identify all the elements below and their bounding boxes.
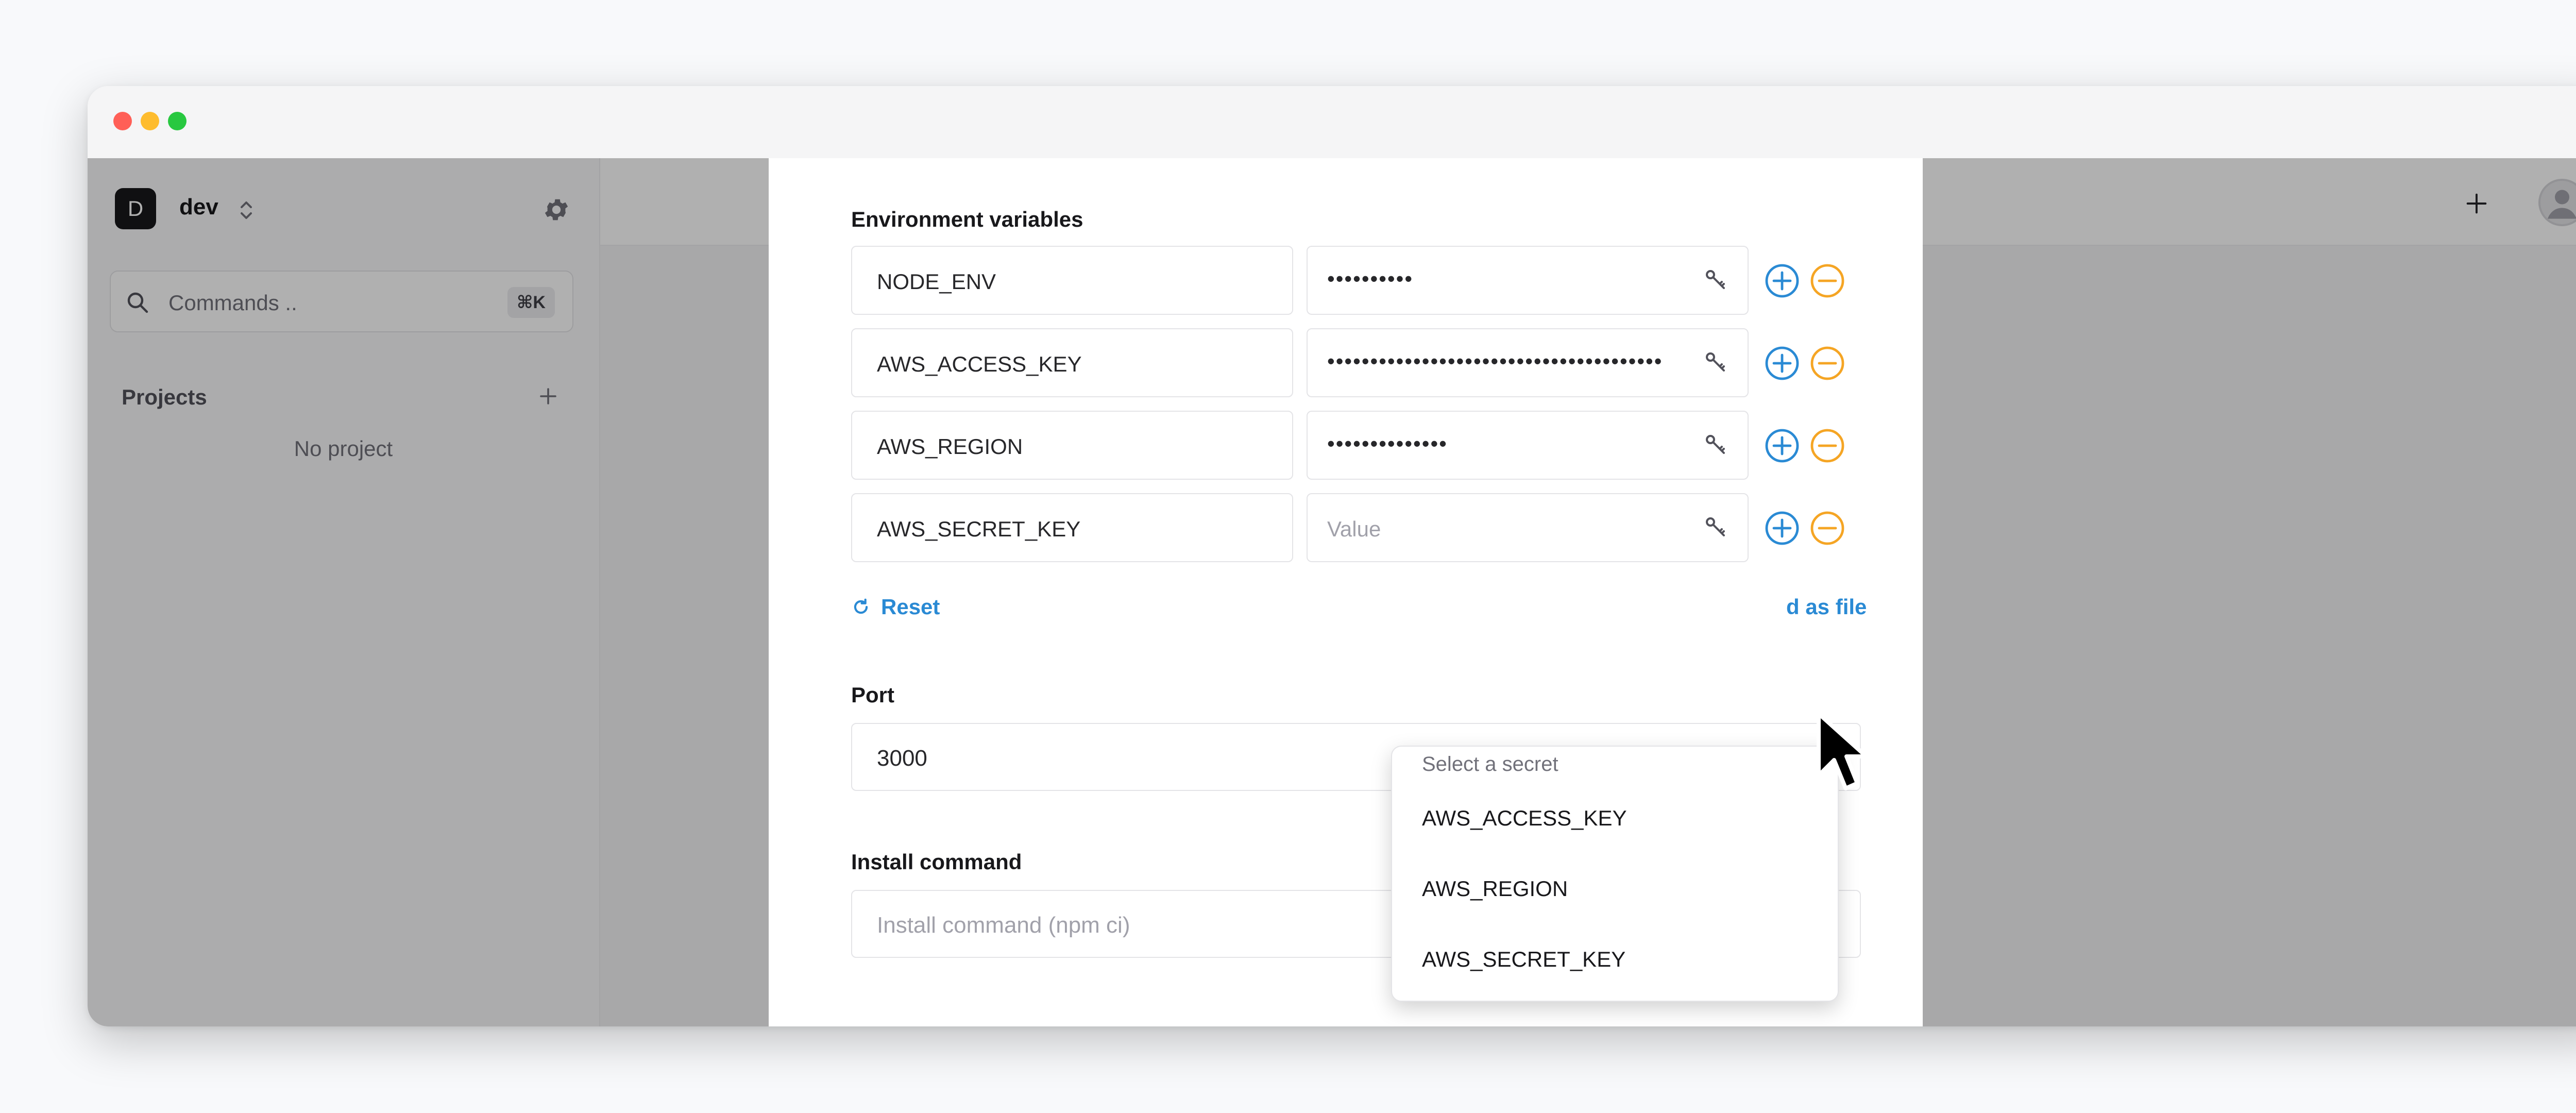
app-window: D dev ⌘K Projects No project [88,86,2576,1026]
install-command-placeholder: Install command (npm ci) [877,913,1130,938]
refresh-icon [854,598,868,614]
key-icon[interactable] [1703,515,1728,539]
remove-row-icon[interactable] [1809,345,1846,382]
env-value-placeholder: Value [1327,517,1381,541]
secret-option[interactable]: AWS_SECRET_KEY [1392,926,1838,993]
env-value-mask: ••••••••••••••••••••••••••••••••••••••• [1327,349,1663,373]
add-as-file-link[interactable]: d as file [1786,595,1867,619]
add-row-icon[interactable] [1764,262,1801,299]
key-icon[interactable] [1703,267,1728,292]
install-command-heading: Install command [851,850,1022,874]
env-value-field[interactable]: Value [1307,493,1749,562]
env-value-mask: •••••••••• [1327,266,1414,291]
env-value-mask: •••••••••••••• [1327,431,1448,456]
env-key-field[interactable]: AWS_SECRET_KEY [851,493,1293,562]
reset-label: Reset [881,595,940,619]
port-value: 3000 [877,746,927,771]
env-key-text: AWS_REGION [877,434,1023,459]
minimize-window-button[interactable] [141,112,159,130]
add-row-icon[interactable] [1764,510,1801,547]
key-icon[interactable] [1703,350,1728,375]
secret-option[interactable]: AWS_ACCESS_KEY [1392,785,1838,852]
env-value-field[interactable]: ••••••••••••••••••••••••••••••••••••••• [1307,328,1749,397]
mouse-cursor-icon [1817,712,1869,790]
reset-button[interactable]: Reset [851,595,940,619]
add-row-icon[interactable] [1764,345,1801,382]
remove-row-icon[interactable] [1809,427,1846,464]
title-bar [88,86,2576,159]
env-key-field[interactable]: AWS_REGION [851,411,1293,480]
remove-row-icon[interactable] [1809,262,1846,299]
secret-option[interactable]: AWS_REGION [1392,856,1838,923]
env-value-field[interactable]: •••••••••• [1307,246,1749,315]
env-key-text: NODE_ENV [877,269,996,294]
dropdown-title: Select a secret [1422,753,1558,775]
key-icon[interactable] [1703,432,1728,457]
env-key-field[interactable]: AWS_ACCESS_KEY [851,328,1293,397]
add-row-icon[interactable] [1764,427,1801,464]
app-content: D dev ⌘K Projects No project [88,158,2576,1026]
env-key-text: AWS_SECRET_KEY [877,517,1081,541]
remove-row-icon[interactable] [1809,510,1846,547]
secret-option-label: AWS_REGION [1422,876,1568,901]
env-key-text: AWS_ACCESS_KEY [877,352,1082,376]
close-window-button[interactable] [113,112,132,130]
secret-option-label: AWS_SECRET_KEY [1422,947,1626,971]
port-heading: Port [851,683,894,707]
env-key-field[interactable]: NODE_ENV [851,246,1293,315]
env-value-field[interactable]: •••••••••••••• [1307,411,1749,480]
secret-select-dropdown: Select a secret AWS_ACCESS_KEY AWS_REGIO… [1391,746,1839,1002]
zoom-window-button[interactable] [168,112,187,130]
secret-option-label: AWS_ACCESS_KEY [1422,806,1627,830]
env-vars-heading: Environment variables [851,207,1083,231]
